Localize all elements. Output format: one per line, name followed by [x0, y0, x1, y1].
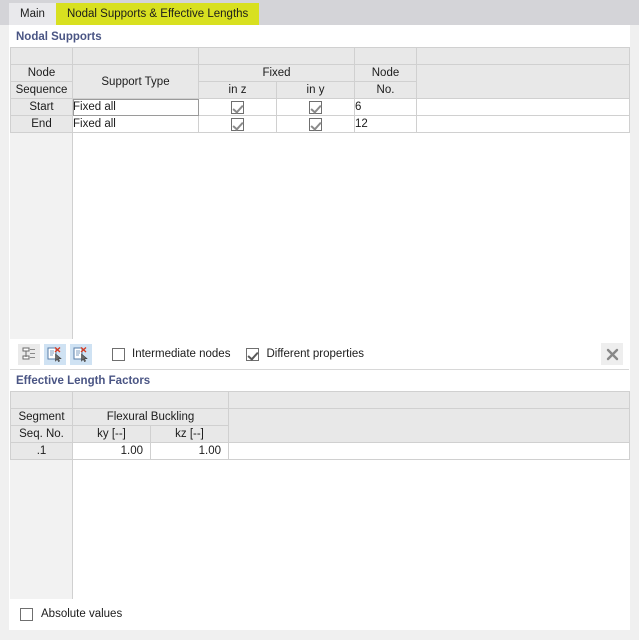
- tab-main-label: Main: [20, 8, 45, 20]
- different-properties-checkbox-row[interactable]: Different properties: [246, 347, 365, 361]
- header-empty-trailing: [228, 408, 630, 443]
- cell-kz[interactable]: 1.00: [150, 442, 229, 460]
- spacer-cell: [198, 47, 355, 65]
- empty-body-area: [73, 460, 629, 600]
- tab-nodal-supports-effective-lengths[interactable]: Nodal Supports & Effective Lengths: [55, 3, 260, 25]
- header-kz: kz [--]: [150, 425, 229, 443]
- cell-fixed-in-z-end[interactable]: [198, 115, 277, 133]
- cell-fixed-in-y-start[interactable]: [276, 98, 355, 116]
- empty-row-header-column: [10, 133, 73, 339]
- effective-lengths-header-row-1: Segment Flexural Buckling: [10, 408, 630, 443]
- close-glyph: [606, 348, 618, 360]
- table-row[interactable]: Start Fixed all 6: [10, 98, 630, 116]
- nodal-supports-header-spacer-row: [10, 47, 630, 65]
- effective-lengths-grid: Segment Flexural Buckling Seq. No. ky [-…: [10, 391, 630, 460]
- cell-trailing-start[interactable]: [416, 98, 630, 116]
- cell-ky[interactable]: 1.00: [72, 442, 151, 460]
- row-sequence-start: Start: [10, 98, 73, 116]
- header-support-type: Support Type: [72, 64, 199, 99]
- nodal-supports-header-row-1: Node Support Type Fixed Node: [10, 64, 630, 99]
- effective-lengths-header-spacer-row: [10, 391, 630, 409]
- delete-document-cursor-icon[interactable]: [44, 343, 66, 365]
- row-sequence-end: End: [10, 115, 73, 133]
- intermediate-nodes-checkbox[interactable]: [112, 347, 125, 361]
- header-node-sequence-line2: Sequence: [10, 81, 73, 99]
- delete-document-cursor-alt-glyph: [73, 346, 88, 362]
- table-row[interactable]: .1 1.00 1.00: [10, 442, 630, 460]
- content-panel: Nodal Supports Node Support Type Fixed N…: [9, 25, 630, 630]
- checkbox-fixed-in-y[interactable]: [309, 117, 322, 131]
- header-fixed-in-z: in z: [198, 81, 277, 99]
- header-node-no-line2: No.: [354, 81, 417, 99]
- list-indent-glyph: [22, 347, 35, 360]
- different-properties-label: Different properties: [266, 348, 365, 360]
- close-icon[interactable]: [601, 343, 623, 365]
- header-fixed-group: Fixed: [198, 64, 355, 82]
- header-empty-trailing: [416, 64, 630, 99]
- tab-strip: Main Nodal Supports & Effective Lengths: [0, 0, 639, 25]
- spacer-cell: [354, 47, 417, 65]
- cell-node-no-start[interactable]: 6: [354, 98, 417, 116]
- tab-nodal-supports-effective-lengths-label: Nodal Supports & Effective Lengths: [66, 8, 249, 20]
- spacer-cell: [228, 391, 630, 409]
- list-indent-icon[interactable]: [18, 343, 40, 365]
- header-ky: ky [--]: [72, 425, 151, 443]
- tab-main[interactable]: Main: [9, 3, 56, 25]
- checkbox-fixed-in-z[interactable]: [231, 100, 244, 114]
- cell-fixed-in-y-end[interactable]: [276, 115, 355, 133]
- intermediate-nodes-label: Intermediate nodes: [132, 348, 231, 360]
- footer-bar: Absolute values: [10, 599, 629, 629]
- header-fixed-in-y: in y: [276, 81, 355, 99]
- cell-support-type-end[interactable]: Fixed all: [72, 115, 199, 133]
- nodal-supports-empty-area: [10, 133, 629, 339]
- table-row[interactable]: End Fixed all 12: [10, 115, 630, 133]
- header-segment-line1: Segment: [10, 408, 73, 426]
- empty-row-header-column: [10, 460, 73, 600]
- header-flexural-buckling: Flexural Buckling: [72, 408, 229, 426]
- spacer-cell: [10, 47, 73, 65]
- cell-fixed-in-z-start[interactable]: [198, 98, 277, 116]
- nodal-supports-toolbar: Intermediate nodes Different properties: [10, 339, 629, 369]
- absolute-values-label: Absolute values: [41, 608, 123, 620]
- cell-support-type-start[interactable]: Fixed all: [72, 98, 199, 116]
- nodal-supports-section-title: Nodal Supports: [10, 26, 629, 47]
- header-node-sequence-line1: Node: [10, 64, 73, 82]
- spacer-cell: [72, 47, 199, 65]
- spacer-cell: [416, 47, 630, 65]
- intermediate-nodes-checkbox-row[interactable]: Intermediate nodes: [112, 347, 231, 361]
- different-properties-checkbox[interactable]: [246, 347, 260, 361]
- header-segment-line2: Seq. No.: [10, 425, 73, 443]
- cell-trailing-end[interactable]: [416, 115, 630, 133]
- effective-lengths-section-title: Effective Length Factors: [10, 370, 629, 391]
- delete-document-cursor-glyph: [47, 346, 62, 362]
- spacer-cell: [10, 391, 73, 409]
- delete-document-cursor-alt-icon[interactable]: [70, 343, 92, 365]
- header-node-no-line1: Node: [354, 64, 417, 82]
- checkbox-fixed-in-y[interactable]: [309, 100, 322, 114]
- cell-trailing-segment[interactable]: [228, 442, 630, 460]
- checkbox-fixed-in-z[interactable]: [231, 117, 244, 131]
- empty-body-area: [73, 133, 629, 339]
- nodal-supports-grid: Node Support Type Fixed Node Sequence in…: [10, 47, 630, 133]
- spacer-cell: [72, 391, 229, 409]
- cell-node-no-end[interactable]: 12: [354, 115, 417, 133]
- absolute-values-checkbox[interactable]: [20, 607, 33, 621]
- effective-lengths-empty-area: [10, 460, 629, 600]
- row-segment-seq-no: .1: [10, 442, 73, 460]
